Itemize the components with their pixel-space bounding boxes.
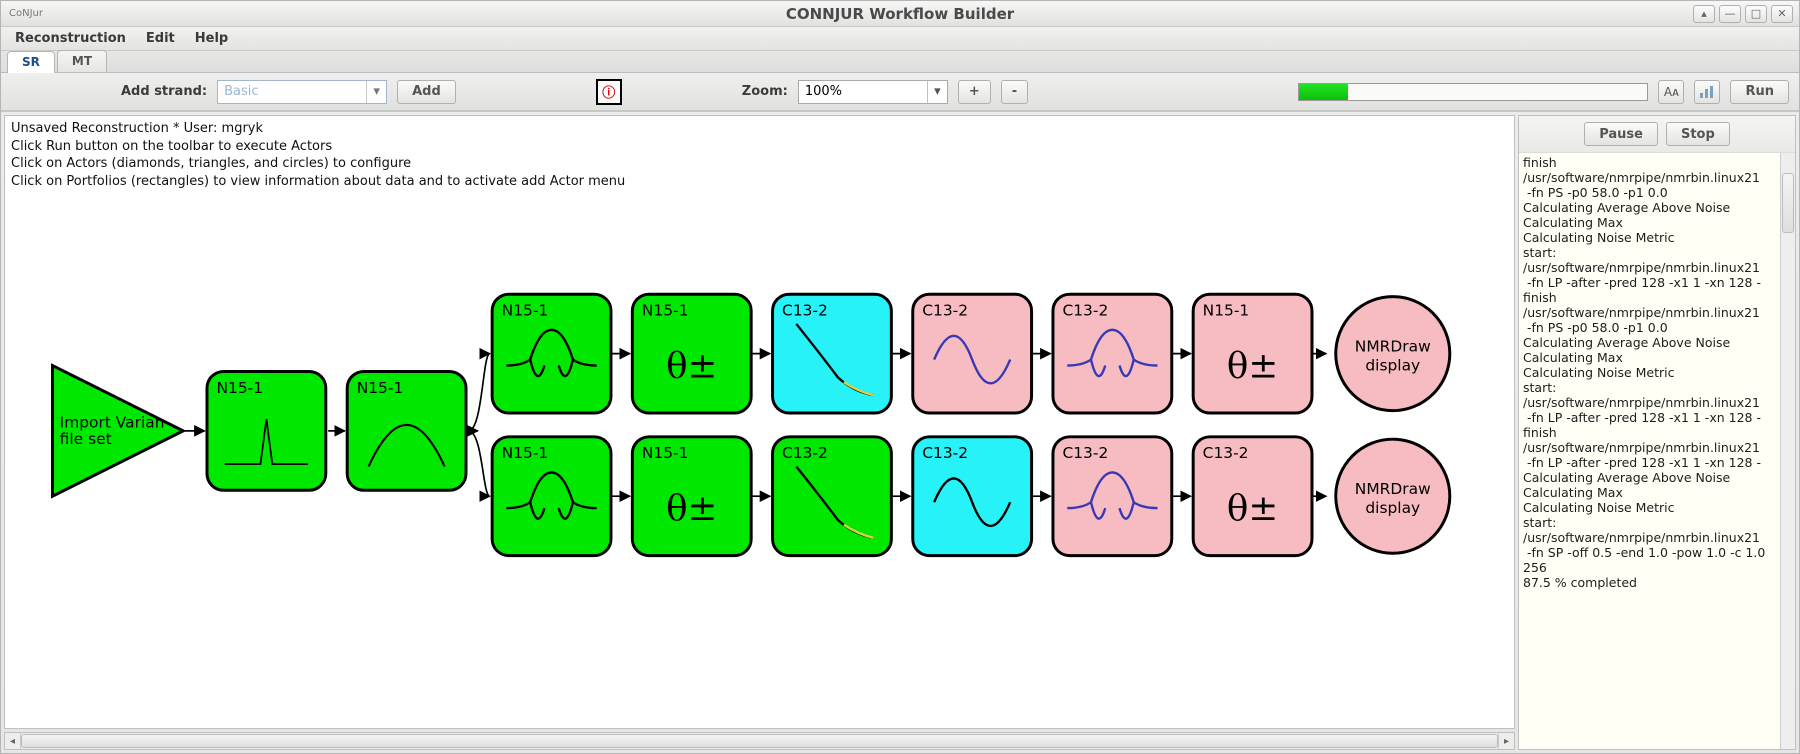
strand-type-combo[interactable]: Basic ▾ xyxy=(217,80,387,104)
source-node[interactable]: Import Varianfile set xyxy=(53,366,184,497)
svg-text:N15-1: N15-1 xyxy=(357,379,404,397)
menu-help[interactable]: Help xyxy=(187,29,236,48)
add-strand-label: Add strand: xyxy=(121,84,207,99)
svg-text:NMRDraw: NMRDraw xyxy=(1355,480,1431,498)
portfolio-node[interactable]: C13-2 xyxy=(913,294,1032,413)
tab-mt[interactable]: MT xyxy=(57,50,107,72)
portfolio-node[interactable]: C13-2 xyxy=(773,437,892,556)
chevron-down-icon: ▾ xyxy=(366,81,386,103)
run-log[interactable]: finish /usr/software/nmrpipe/nmrbin.linu… xyxy=(1519,153,1795,749)
display-node[interactable]: NMRDrawdisplay xyxy=(1336,439,1450,553)
strand-type-value: Basic xyxy=(224,84,258,99)
portfolio-node[interactable]: N15-1 xyxy=(492,294,611,413)
window-up-button[interactable]: ▴ xyxy=(1693,5,1715,23)
portfolio-node[interactable]: C13-2 θ± xyxy=(1193,437,1312,556)
window-close-button[interactable]: ✕ xyxy=(1771,5,1793,23)
svg-text:θ±: θ± xyxy=(666,345,717,386)
svg-text:file set: file set xyxy=(60,430,112,448)
info-icon[interactable]: ⓘ xyxy=(596,79,622,105)
portfolio-node[interactable]: C13-2 xyxy=(773,294,892,413)
svg-text:N15-1: N15-1 xyxy=(216,379,263,397)
svg-text:N15-1: N15-1 xyxy=(502,302,549,320)
menubar: Reconstruction Edit Help xyxy=(1,27,1799,51)
zoom-value: 100% xyxy=(805,84,842,99)
zoom-label: Zoom: xyxy=(742,84,788,99)
svg-text:N15-1: N15-1 xyxy=(642,302,689,320)
app-window: CoNJur CONNJUR Workflow Builder ▴ — □ ✕ … xyxy=(0,0,1800,754)
titlebar: CoNJur CONNJUR Workflow Builder ▴ — □ ✕ xyxy=(1,1,1799,27)
svg-text:θ±: θ± xyxy=(666,488,717,529)
vertical-scrollbar[interactable] xyxy=(1780,153,1795,749)
svg-text:θ±: θ± xyxy=(1227,488,1278,529)
progress-bar xyxy=(1298,83,1648,101)
svg-text:C13-2: C13-2 xyxy=(922,444,968,462)
svg-text:θ±: θ± xyxy=(1227,345,1278,386)
svg-text:Import Varian: Import Varian xyxy=(60,413,165,431)
run-button[interactable]: Run xyxy=(1730,80,1789,104)
run-panel: Pause Stop finish /usr/software/nmrpipe/… xyxy=(1518,115,1796,750)
tab-sr[interactable]: SR xyxy=(7,51,55,73)
svg-text:NMRDraw: NMRDraw xyxy=(1355,337,1431,355)
portfolio-node[interactable]: N15-1 xyxy=(207,371,326,490)
svg-text:C13-2: C13-2 xyxy=(782,302,828,320)
window-title: CONNJUR Workflow Builder xyxy=(1,5,1799,23)
workflow-diagram: Import Varianfile setN15-1N15-1N15-1N15-… xyxy=(5,116,1514,722)
font-size-button[interactable]: Aᴀ xyxy=(1658,80,1684,104)
portfolio-node[interactable]: N15-1 θ± xyxy=(1193,294,1312,413)
portfolio-node[interactable]: C13-2 xyxy=(913,437,1032,556)
svg-text:C13-2: C13-2 xyxy=(1062,302,1108,320)
zoom-combo[interactable]: 100% ▾ xyxy=(798,80,948,104)
svg-text:display: display xyxy=(1365,499,1420,517)
portfolio-node[interactable]: N15-1 xyxy=(347,371,466,490)
chart-icon[interactable] xyxy=(1694,80,1720,104)
window-minimize-button[interactable]: — xyxy=(1719,5,1741,23)
svg-text:C13-2: C13-2 xyxy=(782,444,828,462)
svg-text:N15-1: N15-1 xyxy=(502,444,549,462)
workflow-canvas[interactable]: Unsaved Reconstruction * User: mgryk Cli… xyxy=(4,115,1515,729)
pause-button[interactable]: Pause xyxy=(1584,122,1658,146)
add-button[interactable]: Add xyxy=(397,80,456,104)
menu-edit[interactable]: Edit xyxy=(138,29,183,48)
window-maximize-button[interactable]: □ xyxy=(1745,5,1767,23)
portfolio-node[interactable]: C13-2 xyxy=(1053,437,1172,556)
zoom-in-button[interactable]: + xyxy=(958,80,991,104)
zoom-out-button[interactable]: - xyxy=(1001,80,1028,104)
portfolio-node[interactable]: C13-2 xyxy=(1053,294,1172,413)
svg-text:C13-2: C13-2 xyxy=(1203,444,1249,462)
svg-text:N15-1: N15-1 xyxy=(642,444,689,462)
portfolio-node[interactable]: N15-1 θ± xyxy=(632,294,751,413)
content-area: Unsaved Reconstruction * User: mgryk Cli… xyxy=(1,111,1799,753)
chevron-down-icon: ▾ xyxy=(927,81,947,103)
portfolio-node[interactable]: N15-1 θ± xyxy=(632,437,751,556)
svg-text:N15-1: N15-1 xyxy=(1203,302,1250,320)
stop-button[interactable]: Stop xyxy=(1666,122,1730,146)
svg-text:C13-2: C13-2 xyxy=(1062,444,1108,462)
display-node[interactable]: NMRDrawdisplay xyxy=(1336,297,1450,411)
toolbar: Add strand: Basic ▾ Add ⓘ Zoom: 100% ▾ +… xyxy=(1,73,1799,111)
horizontal-scrollbar[interactable]: ◂▸ xyxy=(4,732,1515,750)
tabbar: SR MT xyxy=(1,51,1799,73)
svg-text:C13-2: C13-2 xyxy=(922,302,968,320)
svg-text:display: display xyxy=(1365,356,1420,374)
menu-reconstruction[interactable]: Reconstruction xyxy=(7,29,134,48)
portfolio-node[interactable]: N15-1 xyxy=(492,437,611,556)
